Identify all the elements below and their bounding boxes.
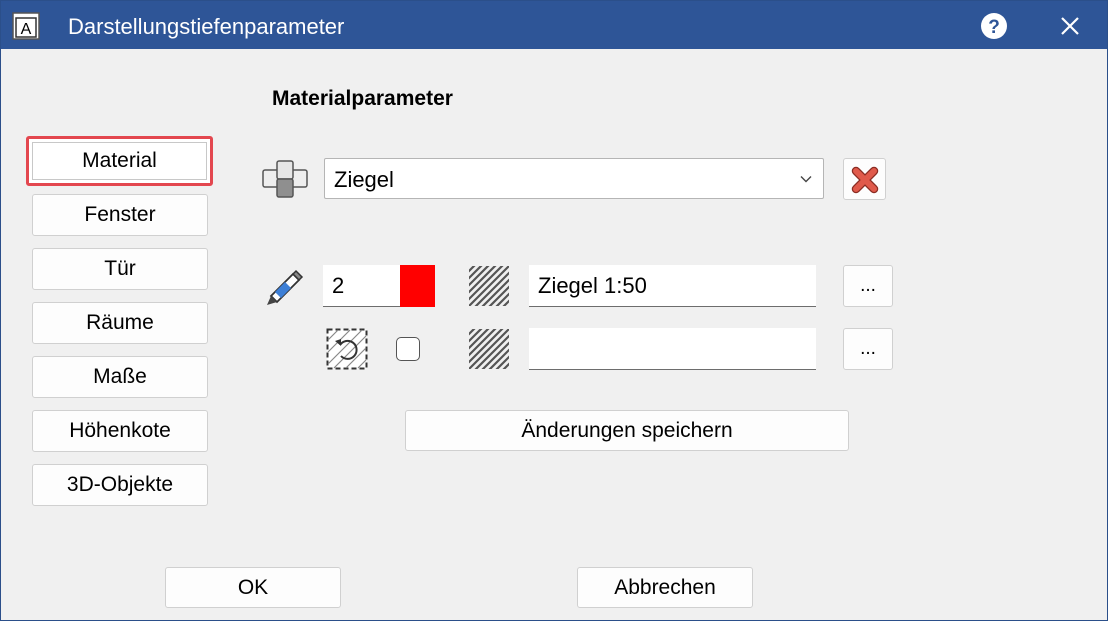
pen-number-value: 2 (332, 273, 345, 298)
app-icon: A (12, 12, 40, 40)
secondary-hatch-field[interactable] (529, 328, 816, 370)
app-icon-letter: A (21, 21, 32, 38)
sidebar-item-fenster[interactable]: Fenster (32, 194, 208, 236)
sidebar-item-hoehenkote[interactable]: Höhenkote (32, 410, 208, 452)
delete-icon (851, 166, 879, 194)
pen-number-field[interactable]: 2 (323, 265, 400, 307)
sidebar-item-tuer[interactable]: Tür (32, 248, 208, 290)
hatch-name-field[interactable]: Ziegel 1:50 (529, 265, 816, 307)
chevron-down-icon (800, 176, 812, 183)
close-icon[interactable] (1059, 15, 1081, 37)
pen-color-swatch[interactable] (400, 265, 435, 307)
sidebar-item-masse[interactable]: Maße (32, 356, 208, 398)
section-title: Materialparameter (272, 87, 453, 110)
rotate-checkbox[interactable] (396, 337, 420, 361)
hatch-pattern-icon (469, 266, 509, 306)
dialog-window: A Darstellungstiefenparameter ? Material… (0, 0, 1108, 621)
window-title: Darstellungstiefenparameter (68, 14, 345, 39)
ok-button[interactable]: OK (165, 567, 341, 608)
title-bar: A Darstellungstiefenparameter ? (1, 1, 1107, 49)
cancel-button[interactable]: Abbrechen (577, 567, 753, 608)
browse-hatch-button[interactable]: ... (843, 265, 893, 307)
sidebar-item-3d-objekte[interactable]: 3D-Objekte (32, 464, 208, 506)
svg-text:?: ? (988, 17, 1000, 38)
delete-material-button[interactable] (843, 158, 886, 200)
rotate-hatch-icon (326, 328, 368, 370)
hatch-pattern-icon-secondary (469, 329, 509, 369)
save-changes-button[interactable]: Änderungen speichern (405, 410, 849, 451)
pen-icon (267, 269, 304, 305)
sidebar-item-material[interactable]: Material (26, 136, 213, 186)
sidebar-item-raeume[interactable]: Räume (32, 302, 208, 344)
material-dropdown-value: Ziegel (334, 167, 394, 192)
sidebar-item-label: Material (32, 142, 207, 180)
browse-secondary-hatch-button[interactable]: ... (843, 328, 893, 370)
material-dropdown[interactable]: Ziegel (324, 158, 824, 199)
help-icon[interactable]: ? (980, 12, 1008, 40)
hatch-name-value: Ziegel 1:50 (538, 273, 647, 298)
material-icon (262, 160, 308, 198)
